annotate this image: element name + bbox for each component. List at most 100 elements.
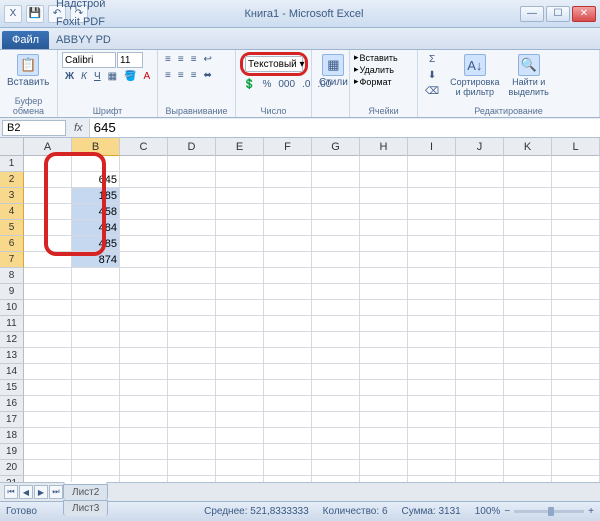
zoom-slider[interactable] [514,510,584,513]
spreadsheet-grid[interactable]: ABCDEFGHIJKL 123456789101112131415161718… [0,138,600,482]
cells-area[interactable]: 645185458484485874 [24,156,600,482]
cell[interactable] [72,460,120,476]
cell[interactable] [264,380,312,396]
column-header[interactable]: C [120,138,168,156]
cell[interactable] [360,348,408,364]
cell[interactable] [408,332,456,348]
cell[interactable] [360,412,408,428]
cell[interactable] [168,268,216,284]
row-header[interactable]: 17 [0,412,24,428]
cell[interactable] [264,396,312,412]
cell[interactable]: 458 [72,204,120,220]
cell[interactable] [552,364,600,380]
cell[interactable] [312,476,360,482]
column-header[interactable]: D [168,138,216,156]
cell[interactable] [456,332,504,348]
row-header[interactable]: 9 [0,284,24,300]
cell[interactable] [408,444,456,460]
cell[interactable] [24,364,72,380]
cell[interactable] [264,300,312,316]
align-top-button[interactable]: ≡ [162,52,174,67]
cell[interactable] [408,188,456,204]
row-header[interactable]: 14 [0,364,24,380]
align-right-button[interactable]: ≡ [188,68,200,83]
cell[interactable] [504,284,552,300]
cell[interactable] [456,236,504,252]
cell[interactable] [72,428,120,444]
cell[interactable] [552,172,600,188]
align-center-button[interactable]: ≡ [175,68,187,83]
cell[interactable] [24,300,72,316]
cell[interactable] [552,284,600,300]
cell[interactable] [120,396,168,412]
cell[interactable] [312,364,360,380]
styles-button[interactable]: ▦ Стили [316,52,351,90]
cell[interactable] [72,300,120,316]
row-header[interactable]: 18 [0,428,24,444]
cell[interactable] [120,348,168,364]
cell[interactable] [264,172,312,188]
percent-button[interactable]: % [259,77,274,92]
cell[interactable] [312,332,360,348]
cell[interactable] [72,364,120,380]
cell[interactable] [168,172,216,188]
cell[interactable] [408,156,456,172]
row-header[interactable]: 15 [0,380,24,396]
cell[interactable] [264,476,312,482]
fill-color-button[interactable]: 🪣 [121,69,139,84]
column-header[interactable]: H [360,138,408,156]
select-all-corner[interactable] [0,138,24,156]
cell[interactable] [408,476,456,482]
cell[interactable] [456,412,504,428]
cell[interactable] [360,268,408,284]
cell[interactable] [24,236,72,252]
cell[interactable] [408,300,456,316]
cell[interactable] [24,172,72,188]
save-icon[interactable]: 💾 [26,5,44,23]
cell[interactable] [264,364,312,380]
cell[interactable] [72,476,120,482]
cell[interactable] [552,316,600,332]
cell[interactable] [264,220,312,236]
cell[interactable] [360,444,408,460]
cell[interactable] [216,476,264,482]
cell[interactable] [408,236,456,252]
cell[interactable] [456,204,504,220]
zoom-in-button[interactable]: + [588,506,594,517]
cell[interactable] [456,428,504,444]
cell[interactable] [312,172,360,188]
cell[interactable] [408,172,456,188]
cell[interactable] [408,364,456,380]
cell[interactable] [456,396,504,412]
cell[interactable] [408,204,456,220]
cell[interactable] [216,364,264,380]
cell[interactable] [504,252,552,268]
cell[interactable]: 484 [72,220,120,236]
cell[interactable] [360,236,408,252]
cell[interactable] [264,348,312,364]
cell[interactable] [552,412,600,428]
cell[interactable] [168,236,216,252]
cell[interactable] [504,476,552,482]
cell[interactable] [408,412,456,428]
cell[interactable] [456,380,504,396]
cell[interactable] [216,316,264,332]
cell[interactable] [408,348,456,364]
sheet-nav-prev-button[interactable]: ◀ [19,485,33,499]
cell[interactable] [24,396,72,412]
cell[interactable] [120,300,168,316]
sheet-nav-last-button[interactable]: ⏭ [49,485,63,499]
row-header[interactable]: 6 [0,236,24,252]
row-header[interactable]: 12 [0,332,24,348]
cell[interactable] [552,156,600,172]
cell[interactable] [312,220,360,236]
cell[interactable] [216,380,264,396]
cell[interactable] [312,412,360,428]
cell[interactable] [168,364,216,380]
delete-cells-button[interactable]: ▸Удалить [354,64,394,75]
cell[interactable] [216,156,264,172]
cell[interactable] [312,268,360,284]
cell[interactable] [216,444,264,460]
column-header[interactable]: E [216,138,264,156]
cell[interactable] [264,156,312,172]
